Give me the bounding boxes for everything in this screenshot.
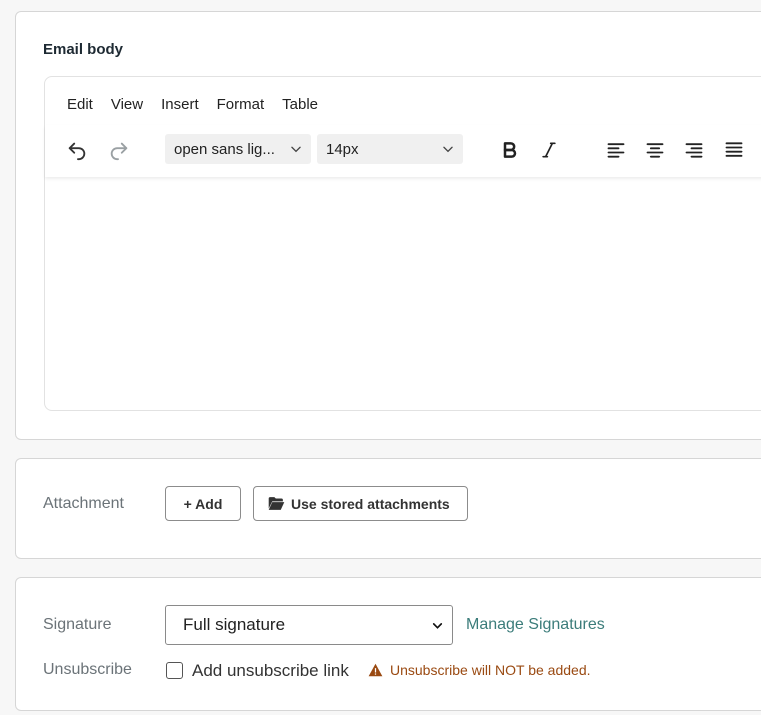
use-stored-attachments-label: Use stored attachments <box>291 495 450 512</box>
italic-icon <box>542 142 556 158</box>
menu-insert[interactable]: Insert <box>161 96 199 113</box>
editor-menubar: Edit View Insert Format Table <box>67 96 336 113</box>
use-stored-attachments-button[interactable]: Use stored attachments <box>253 486 468 521</box>
menu-table[interactable]: Table <box>282 96 318 113</box>
align-center-button[interactable] <box>640 135 670 165</box>
align-right-icon <box>685 143 703 158</box>
font-size-value: 14px <box>326 140 359 158</box>
attachment-card: Attachment + Add Use stored attachments <box>15 458 761 559</box>
menu-edit[interactable]: Edit <box>67 96 93 113</box>
font-size-select[interactable]: 14px <box>317 134 463 164</box>
unsubscribe-warning: Unsubscribe will NOT be added. <box>390 662 591 678</box>
add-attachment-label: + Add <box>183 495 223 512</box>
align-justify-button[interactable] <box>719 135 749 165</box>
chevron-down-icon <box>291 146 301 153</box>
bold-button[interactable] <box>495 135 525 165</box>
menu-format[interactable]: Format <box>217 96 265 113</box>
editor-toolbar: open sans lig... 14px <box>45 125 761 177</box>
signature-select[interactable]: Full signature <box>165 605 453 645</box>
align-right-button[interactable] <box>679 135 709 165</box>
font-family-select[interactable]: open sans lig... <box>165 134 311 164</box>
italic-button[interactable] <box>534 135 564 165</box>
email-body-card: Email body Edit View Insert Format Table… <box>15 11 761 440</box>
folder-open-icon <box>268 497 285 510</box>
menu-view[interactable]: View <box>111 96 143 113</box>
add-attachment-button[interactable]: + Add <box>165 486 241 521</box>
align-justify-icon <box>725 142 743 157</box>
signature-selected-value: Full signature <box>183 615 286 634</box>
unsubscribe-checkbox[interactable] <box>166 662 183 679</box>
chevron-down-icon <box>432 623 443 629</box>
undo-icon <box>68 142 86 161</box>
bold-icon <box>503 142 517 158</box>
font-family-value: open sans lig... <box>174 140 275 158</box>
signature-card: Signature Full signature Manage Signatur… <box>15 577 761 711</box>
editor-content-area[interactable] <box>45 178 761 410</box>
manage-signatures-link[interactable]: Manage Signatures <box>466 616 605 634</box>
signature-label: Signature <box>43 616 112 633</box>
chevron-down-icon <box>443 146 453 153</box>
warning-icon <box>368 663 383 677</box>
redo-icon <box>110 142 128 161</box>
undo-button[interactable] <box>62 135 92 165</box>
unsubscribe-checkbox-label[interactable]: Add unsubscribe link <box>192 661 349 681</box>
email-body-title: Email body <box>43 41 124 58</box>
align-left-icon <box>607 143 625 158</box>
attachment-label: Attachment <box>43 495 124 512</box>
unsubscribe-label: Unsubscribe <box>43 661 132 678</box>
redo-button[interactable] <box>104 135 134 165</box>
align-center-icon <box>646 143 664 158</box>
align-left-button[interactable] <box>601 135 631 165</box>
rich-text-editor[interactable]: Edit View Insert Format Table open sans … <box>44 76 761 411</box>
